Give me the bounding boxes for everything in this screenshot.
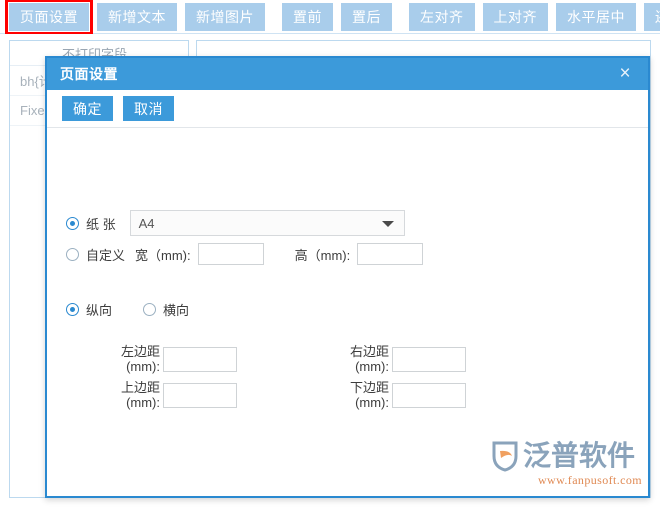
radio-orientation-landscape[interactable] [143,303,157,316]
orientation-landscape-label: 横向 [163,303,190,318]
paper-preset-label: 纸 张 [86,216,116,232]
app-root: 页面设置 新增文本 新增图片 置前 置后 左对齐 上对齐 水平居中 还原 [0,0,660,511]
confirm-button[interactable]: 确定 [62,96,113,121]
orientation-row: 纵向 横向 [66,300,189,319]
toolbar-button-page-setup[interactable]: 页面设置 [5,0,93,35]
fanpu-logo-icon [490,440,520,472]
confirm-button-label: 确定 [73,100,102,117]
orientation-portrait-label: 纵向 [86,303,113,318]
radio-paper-custom[interactable] [66,247,79,261]
custom-size-row: 自定义 宽（mm): 高（mm): [66,243,424,265]
toolbar-button-send-back[interactable]: 置后 [341,2,392,31]
close-icon[interactable]: × [610,58,640,90]
toolbar-button-label: 上对齐 [493,8,537,25]
dialog-body: 纸 张 A4 自定义 宽（mm): 高（mm): 纵向 横向 左边距 (mm):… [47,128,648,496]
margins-row-top: 左边距 (mm): 右边距 (mm): [102,344,582,374]
radio-orientation-portrait[interactable] [66,303,79,316]
toolbar-button-align-left[interactable]: 左对齐 [409,2,475,31]
custom-width-input[interactable] [197,243,264,265]
toolbar-button-label: 页面设置 [20,8,78,25]
margin-bottom-cell: 下边距 (mm): [331,380,466,410]
toolbar-button-label: 置后 [352,8,381,25]
paper-size-value: A4 [138,215,155,231]
dialog-title-bar[interactable]: 页面设置 × [47,58,648,90]
toolbar-button-align-top[interactable]: 上对齐 [482,2,548,31]
margin-left-cell: 左边距 (mm): [102,344,237,374]
watermark-brand-row: 泛普软件 [490,440,642,472]
cancel-button[interactable]: 取消 [123,96,174,121]
margin-right-label: 右边距 (mm): [349,344,389,374]
chevron-down-icon [381,221,394,227]
toolbar-button-label: 新增文本 [108,8,166,25]
toolbar: 页面设置 新增文本 新增图片 置前 置后 左对齐 上对齐 水平居中 还原 [0,0,660,35]
custom-height-input[interactable] [357,243,424,265]
margin-bottom-label: 下边距 (mm): [349,380,389,410]
toolbar-button-center-horizontal[interactable]: 水平居中 [556,2,636,31]
margin-right-input[interactable] [392,346,466,372]
radio-paper-preset[interactable] [66,216,79,230]
margin-left-label: 左边距 (mm): [120,344,160,374]
watermark-url: www.fanpusoft.com [537,473,642,487]
custom-size-label: 自定义 [86,247,126,263]
cancel-button-label: 取消 [134,100,163,117]
toolbar-button-label: 新增图片 [196,8,254,25]
margin-top-cell: 上边距 (mm): [102,380,237,410]
dialog-action-bar: 确定 取消 [47,90,648,128]
paper-size-row: 纸 张 A4 [66,210,405,236]
page-setup-dialog: 页面设置 × 确定 取消 纸 张 A4 自定义 宽（mm): 高（mm): 纵向… [45,56,650,498]
margins-row-bottom: 上边距 (mm): 下边距 (mm): [102,380,582,410]
toolbar-button-label: 还原 [655,10,660,24]
watermark-brand: 泛普软件 [523,439,636,472]
margin-left-input[interactable] [163,346,237,372]
custom-width-label: 宽（mm): [135,247,191,263]
margin-top-label: 上边距 (mm): [120,380,160,410]
paper-size-select[interactable]: A4 [129,210,405,236]
margin-right-cell: 右边距 (mm): [331,344,466,374]
dialog-title: 页面设置 [60,66,118,82]
toolbar-button-restore[interactable]: 还原 [644,2,660,31]
custom-height-label: 高（mm): [294,247,351,263]
toolbar-button-label: 置前 [293,8,322,25]
margin-top-input[interactable] [163,382,237,408]
margin-bottom-input[interactable] [392,382,466,408]
toolbar-button-add-text[interactable]: 新增文本 [97,2,177,31]
toolbar-button-add-image[interactable]: 新增图片 [185,2,265,31]
watermark: 泛普软件 www.fanpusoft.com [490,440,642,490]
toolbar-button-bring-front[interactable]: 置前 [282,2,333,31]
margins-group: 左边距 (mm): 右边距 (mm): 上边距 (mm): 下边距 (mm): [102,344,582,416]
toolbar-button-label: 左对齐 [420,8,464,25]
toolbar-button-label: 水平居中 [567,8,625,25]
